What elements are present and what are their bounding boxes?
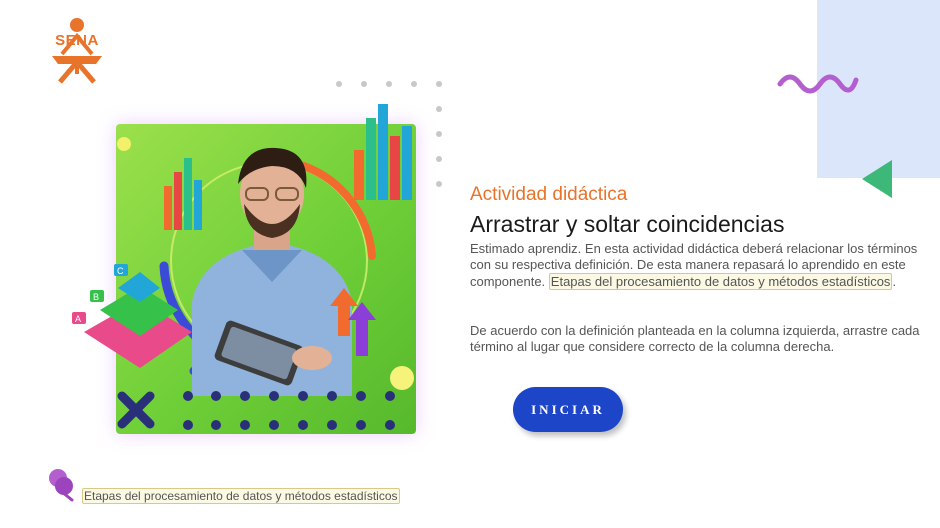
sena-logo: SENA: [38, 16, 116, 86]
activity-title: Arrastrar y soltar coincidencias: [470, 211, 785, 237]
pyramid-label-a: A: [75, 314, 81, 324]
pushpin-icon: [49, 469, 74, 502]
growth-arrows-icon: [330, 288, 376, 356]
pyramid-label-c: C: [117, 266, 124, 276]
drag-instructions-paragraph: De acuerdo con la definición planteada e…: [470, 323, 920, 355]
x-mark-icon: [117, 391, 155, 429]
footer-component-label: Etapas del procesamiento de datos y méto…: [82, 488, 400, 504]
start-button[interactable]: INICIAR: [513, 387, 623, 432]
activity-kicker: Actividad didáctica: [470, 184, 628, 205]
instructions-paragraph: Estimado aprendiz. En esta actividad did…: [470, 241, 918, 290]
sena-logo-icon: [52, 18, 102, 84]
pyramid-icon: [84, 272, 192, 368]
dot-row-decoration: [183, 391, 395, 430]
wave-decoration-icon: [777, 74, 859, 94]
pyramid-label-b: B: [93, 292, 99, 302]
logo-text: SENA: [55, 32, 99, 49]
bar-chart-icon-left: [164, 158, 202, 230]
component-highlight: Etapas del procesamiento de datos y méto…: [548, 272, 893, 290]
bar-chart-icon-right: [354, 104, 412, 200]
triangle-decoration-icon: [862, 160, 892, 198]
chart-decorations: A B C: [72, 104, 414, 430]
hero-illustration: A B C: [62, 96, 422, 442]
